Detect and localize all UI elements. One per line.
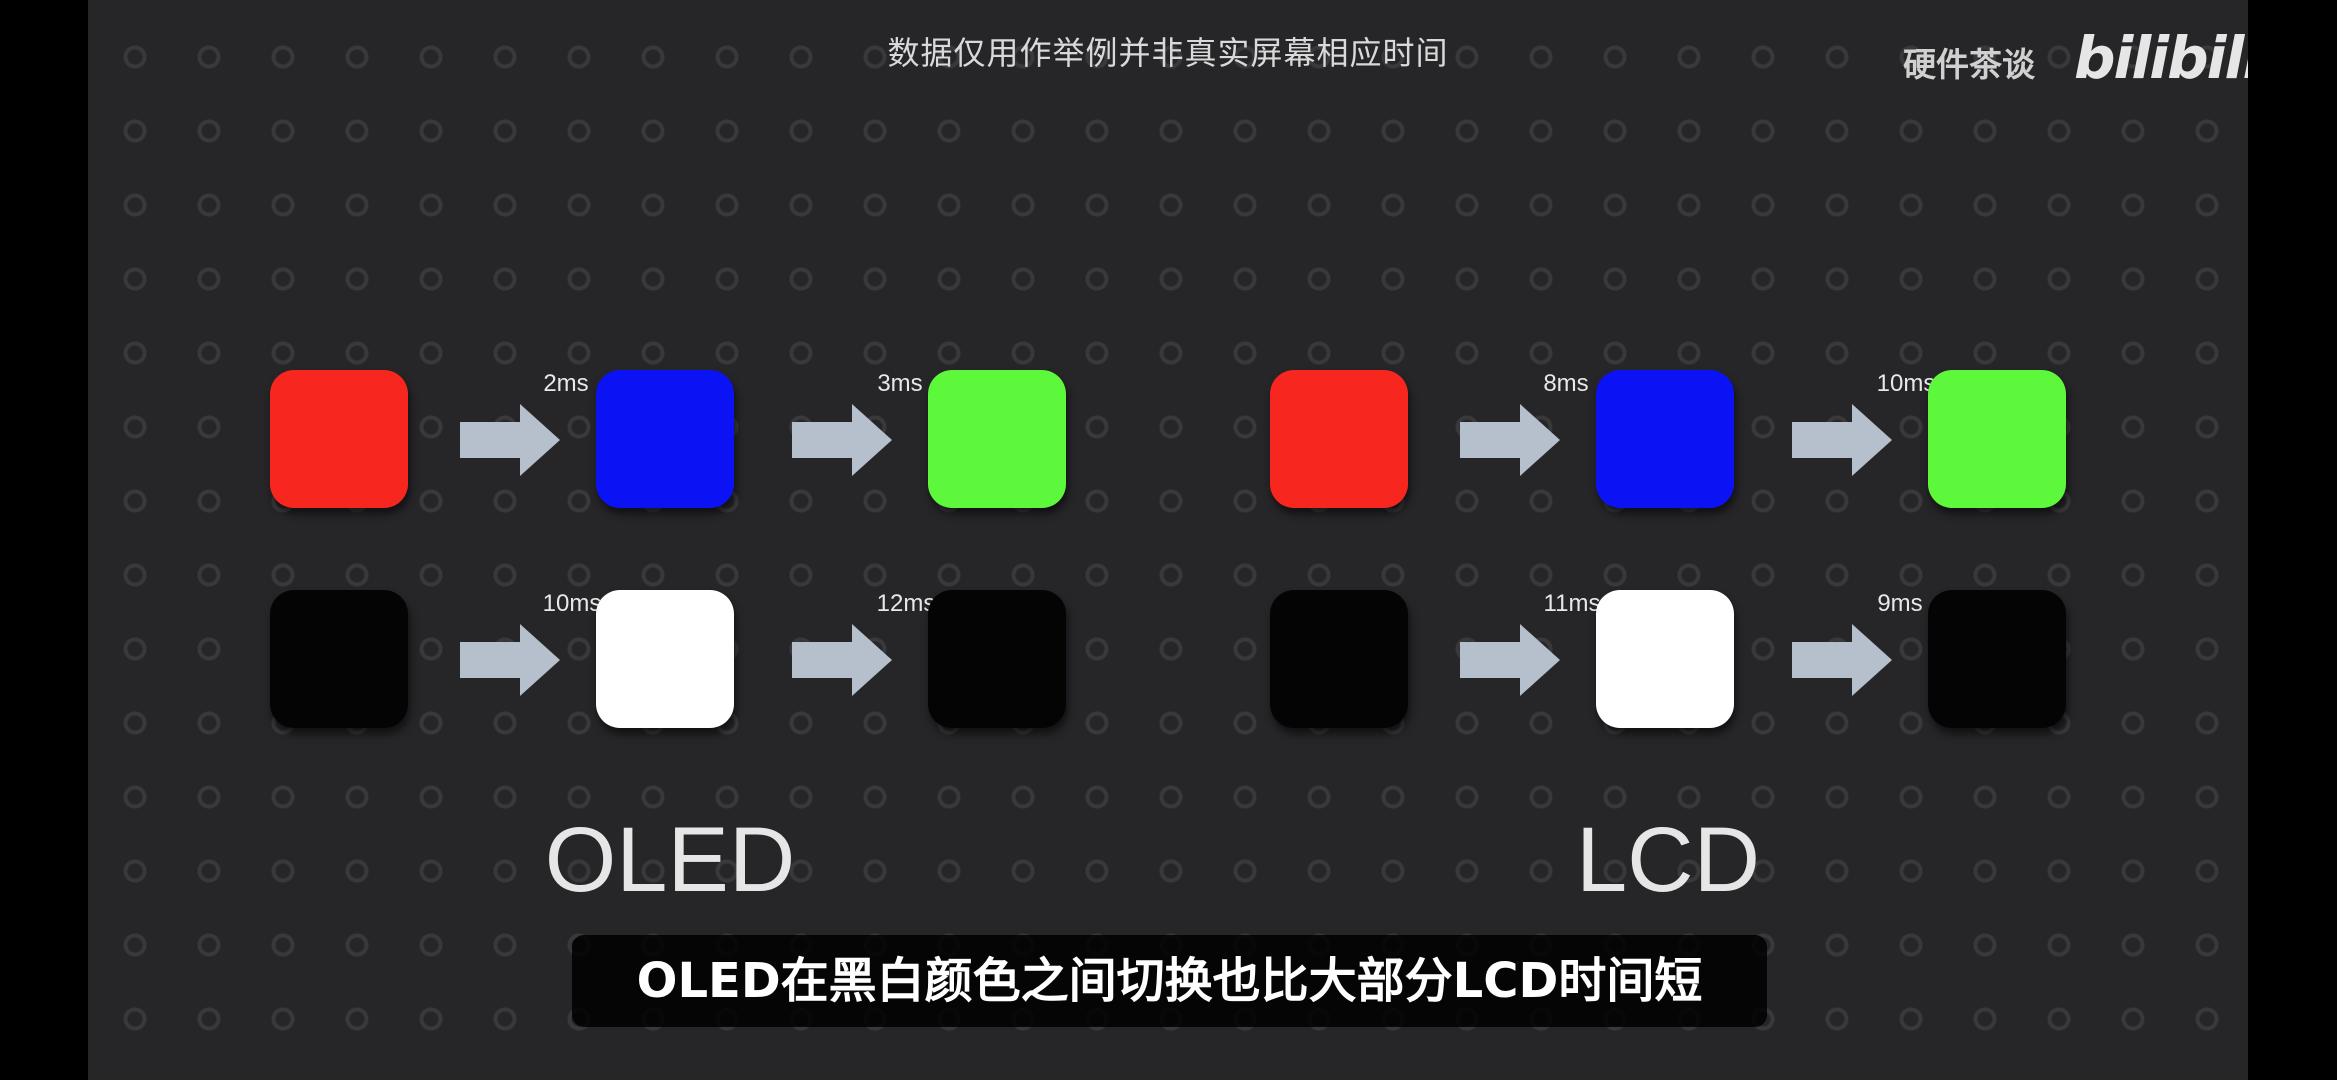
video-frame: 数据仅用作举例并非真实屏幕相应时间 硬件茶谈 bilibili 2ms 3ms …: [88, 0, 2248, 1080]
oled-panel: 2ms 3ms 10ms 12ms OLED: [88, 0, 1066, 1080]
lcd-panel: 8ms 10ms 11ms 9ms LCD: [1088, 0, 2066, 1080]
lcd-row2-square-1: [1270, 590, 1408, 728]
lcd-row1-square-3: [1928, 370, 2066, 508]
lcd-row2-square-3: [1928, 590, 2066, 728]
arrow-icon: [792, 404, 892, 476]
oled-row2-square-1: [270, 590, 408, 728]
lcd-label: LCD: [1575, 809, 1761, 911]
lcd-row1-square-2: [1596, 370, 1734, 508]
lcd-row2-square-2: [1596, 590, 1734, 728]
arrow-icon: [792, 624, 892, 696]
arrow-icon: [1792, 404, 1892, 476]
lcd-row1-square-1: [1270, 370, 1408, 508]
arrow-icon: [460, 404, 560, 476]
arrow-icon: [1792, 624, 1892, 696]
oled-row1-square-1: [270, 370, 408, 508]
oled-row2-square-2: [596, 590, 734, 728]
arrow-icon: [460, 624, 560, 696]
oled-label: OLED: [544, 809, 796, 911]
oled-row1-square-2: [596, 370, 734, 508]
subtitle-caption: OLED在黑白颜色之间切换也比大部分LCD时间短: [572, 935, 1767, 1027]
oled-row1-square-3: [928, 370, 1066, 508]
oled-row2-square-3: [928, 590, 1066, 728]
arrow-icon: [1460, 624, 1560, 696]
arrow-icon: [1460, 404, 1560, 476]
bilibili-logo: bilibili: [2074, 24, 2248, 92]
